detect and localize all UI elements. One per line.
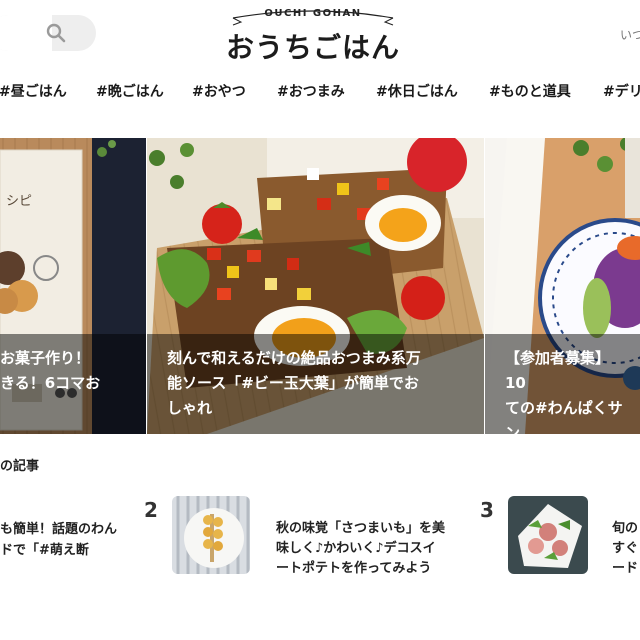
header-right-link[interactable]: いつ xyxy=(620,26,640,43)
nav-item-snack[interactable]: #おやつ xyxy=(192,81,246,101)
slide-title-line: 刻んで和えるだけの絶品おつまみ系万 xyxy=(167,349,421,367)
nav-item-lunch[interactable]: #昼ごはん xyxy=(0,81,67,101)
ranking-thumb-3[interactable] xyxy=(508,496,588,574)
slide-title-line: きる！6コマお xyxy=(0,374,101,392)
slide-title-line: お菓子作り！ xyxy=(0,349,91,367)
slide-title-line: ての#わんぱくサン xyxy=(505,399,623,434)
slide-card-1[interactable]: シピ お菓子作り！ きる！6コマお xyxy=(0,138,146,434)
slide-card-2[interactable]: 刻んで和えるだけの絶品おつまみ系万 能ソース「#ビー玉大葉」が簡単でお しゃれ xyxy=(147,138,484,434)
ranking-title-line: 味しく♪かわいく♪デコスイ xyxy=(276,541,436,556)
slide-caption-3: 【参加者募集】10 ての#わんぱくサン xyxy=(485,334,640,434)
ranking-item-3-title[interactable]: 旬の すぐ ード xyxy=(612,519,640,579)
logo-english-text: OUCHI GOHAN xyxy=(264,8,362,19)
search-icon[interactable] xyxy=(46,23,66,43)
search-input[interactable] xyxy=(0,15,52,51)
ranking-number-3: 3 xyxy=(480,498,494,522)
nav-item-dinner[interactable]: #晩ごはん xyxy=(96,81,164,101)
slide-title-line: しゃれ xyxy=(167,399,213,417)
nav-item-holiday[interactable]: #休日ごはん xyxy=(376,81,458,101)
ranking-title-line: 秋の味覚「さつまいも」を美 xyxy=(276,521,446,536)
ranking-title-line: ートポテトを作ってみよう xyxy=(276,561,432,576)
featured-slider: シピ お菓子作り！ きる！6コマお 刻んで和えるだけの絶品おつまみ系万 能ソース… xyxy=(0,138,640,434)
nav-item-appetizer[interactable]: #おつまみ xyxy=(277,81,345,101)
slide-caption-2: 刻んで和えるだけの絶品おつまみ系万 能ソース「#ビー玉大葉」が簡単でお しゃれ xyxy=(147,334,484,434)
ranking-title-line: ドで「#萌え断 xyxy=(0,543,89,558)
ranking-thumb-2[interactable] xyxy=(172,496,250,574)
ranking-number-2: 2 xyxy=(144,498,158,522)
ranking-title-line: すぐ xyxy=(612,541,639,556)
ranking-image-3 xyxy=(508,496,588,574)
ranking-title-line: も簡単！話題のわん xyxy=(0,522,118,537)
slide-title-line: 【参加者募集】10 xyxy=(505,349,611,392)
slide-card-3[interactable]: 【参加者募集】10 ての#わんぱくサン xyxy=(485,138,640,434)
nav-item-deli[interactable]: #デリ xyxy=(603,81,640,101)
ranking-section-title: の記事 xyxy=(0,459,40,474)
ranking-image-2 xyxy=(172,496,250,574)
site-logo[interactable]: OUCHI GOHAN おうちごはん xyxy=(213,6,413,64)
slide-caption-1: お菓子作り！ きる！6コマお xyxy=(0,334,146,434)
slide-title-line: 能ソース「#ビー玉大葉」が簡単でお xyxy=(167,374,419,392)
search-box[interactable] xyxy=(0,15,96,51)
ranking-item-2-title[interactable]: 秋の味覚「さつまいも」を美 味しく♪かわいく♪デコスイ ートポテトを作ってみよう xyxy=(276,519,476,579)
ranking-title-line: 旬の xyxy=(612,521,639,536)
ranking-item-1-title[interactable]: も簡単！話題のわん ドで「#萌え断 xyxy=(0,519,130,561)
nav-item-tools[interactable]: #ものと道具 xyxy=(489,81,571,101)
logo-japanese-text: おうちごはん xyxy=(225,31,400,64)
ranking-title-line: ード xyxy=(612,561,639,576)
slide-book-text: シピ xyxy=(6,194,33,209)
